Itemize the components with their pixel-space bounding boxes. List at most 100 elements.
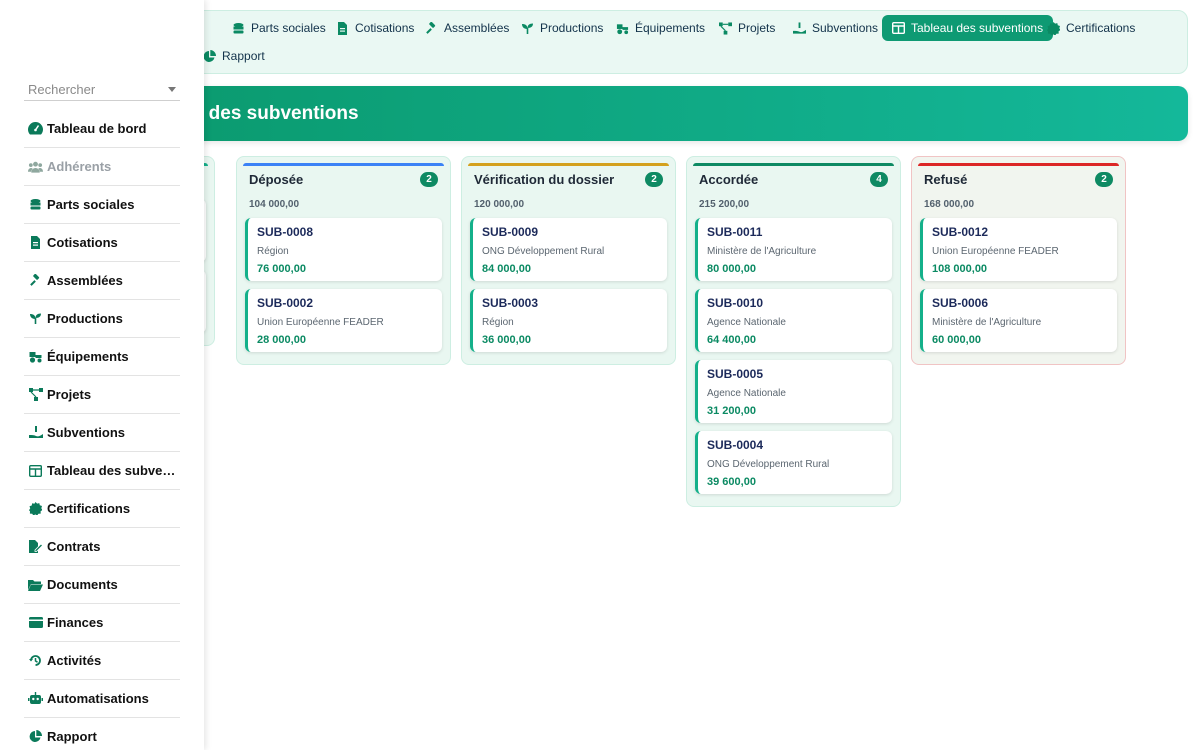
sidebar-item-label: Contrats bbox=[47, 539, 101, 554]
nav-item-label: Projets bbox=[738, 21, 776, 35]
kanban-column-deposee: Déposée 2 104 000,00 SUB-0008 Région 76 … bbox=[236, 156, 451, 365]
sidebar-item-projets[interactable]: Projets bbox=[24, 376, 180, 414]
hand-holding-icon bbox=[28, 425, 43, 440]
card-reference: SUB-0008 bbox=[257, 225, 314, 239]
sidebar-item-tableau-de-bord[interactable]: Tableau de bord bbox=[24, 110, 180, 148]
file-invoice-icon bbox=[336, 21, 349, 35]
coins-icon bbox=[232, 22, 245, 35]
sidebar-item-label: Cotisations bbox=[47, 235, 118, 250]
search-input[interactable] bbox=[24, 82, 154, 97]
subsidy-card[interactable]: SUB-0010 Agence Nationale 64 400,00 bbox=[695, 289, 892, 352]
kanban-column-refuse: Refusé 2 168 000,00 SUB-0012 Union Europ… bbox=[911, 156, 1126, 365]
file-invoice-icon bbox=[28, 235, 43, 250]
sidebar-item-cotisations[interactable]: Cotisations bbox=[24, 224, 180, 262]
sidebar-item-label: Adhérents bbox=[47, 159, 112, 174]
chart-pie-icon bbox=[28, 729, 43, 744]
subsidy-card[interactable]: SUB-0006 Ministère de l'Agriculture 60 0… bbox=[920, 289, 1117, 352]
sidebar-item-equipements[interactable]: Équipements bbox=[24, 338, 180, 376]
sidebar-item-contrats[interactable]: Contrats bbox=[24, 528, 180, 566]
column-count-badge: 2 bbox=[420, 172, 438, 187]
gavel-icon bbox=[28, 273, 43, 288]
nav-item-parts-sociales[interactable]: Parts sociales bbox=[222, 15, 336, 41]
column-header: Refusé 2 bbox=[920, 172, 1117, 187]
card-amount: 84 000,00 bbox=[482, 263, 531, 275]
coins-icon bbox=[28, 197, 43, 212]
subsidy-card[interactable]: SUB-0009 ONG Développement Rural 84 000,… bbox=[470, 218, 667, 281]
sidebar-item-label: Documents bbox=[47, 577, 118, 592]
sidebar-item-label: Activités bbox=[47, 653, 102, 668]
subsidy-card[interactable]: SUB-0002 Union Européenne FEADER 28 000,… bbox=[245, 289, 442, 352]
subsidy-card[interactable]: SUB-0003 Région 36 000,00 bbox=[470, 289, 667, 352]
card-reference: SUB-0006 bbox=[932, 296, 989, 310]
nav-item-cotisations[interactable]: Cotisations bbox=[326, 15, 424, 41]
nav-item-label: Rapport bbox=[222, 49, 265, 63]
sidebar-item-documents[interactable]: Documents bbox=[24, 566, 180, 604]
sidebar-item-activites[interactable]: Activités bbox=[24, 642, 180, 680]
card-amount: 76 000,00 bbox=[257, 263, 306, 275]
nav-item-label: Assemblées bbox=[444, 21, 510, 35]
sidebar-item-label: Certifications bbox=[47, 501, 131, 516]
sidebar-item-rapport[interactable]: Rapport bbox=[24, 718, 180, 750]
chevron-down-icon[interactable] bbox=[168, 87, 176, 92]
card-organisation: Ministère de l'Agriculture bbox=[932, 317, 1042, 328]
top-nav: s Parts sociales Cotisations Assemblées … bbox=[190, 10, 1188, 74]
sidebar-item-subventions[interactable]: Subventions bbox=[24, 414, 180, 452]
nav-item-equipements[interactable]: Équipements bbox=[606, 15, 715, 41]
sidebar-item-parts-sociales[interactable]: Parts sociales bbox=[24, 186, 180, 224]
subsidy-card[interactable]: SUB-0004 ONG Développement Rural 39 600,… bbox=[695, 431, 892, 494]
sidebar-item-label: Équipements bbox=[47, 349, 129, 364]
card-amount: 31 200,00 bbox=[707, 405, 756, 417]
subsidy-card[interactable]: SUB-0005 Agence Nationale 31 200,00 bbox=[695, 360, 892, 423]
sidebar-item-productions[interactable]: Productions bbox=[24, 300, 180, 338]
sidebar-item-finances[interactable]: Finances bbox=[24, 604, 180, 642]
sidebar-item-label: Rapport bbox=[47, 729, 97, 744]
tractor-icon bbox=[28, 349, 43, 364]
card-reference: SUB-0012 bbox=[932, 225, 989, 239]
sidebar-item-label: Projets bbox=[47, 387, 92, 402]
column-color-bar bbox=[918, 163, 1119, 166]
card-organisation: Agence Nationale bbox=[707, 317, 786, 328]
column-count-badge: 2 bbox=[645, 172, 663, 187]
card-organisation: Union Européenne FEADER bbox=[932, 246, 1059, 257]
nav-item-label: Productions bbox=[540, 21, 604, 35]
sidebar-item-label: Tableau de bord bbox=[47, 121, 147, 136]
column-color-bar bbox=[468, 163, 669, 166]
sidebar-item-adherents[interactable]: Adhérents bbox=[24, 148, 180, 186]
card-amount: 39 600,00 bbox=[707, 476, 756, 488]
sidebar-item-tableau-des-subventions[interactable]: Tableau des subventions bbox=[24, 452, 180, 490]
sidebar-item-automatisations[interactable]: Automatisations bbox=[24, 680, 180, 718]
card-amount: 64 400,00 bbox=[707, 334, 756, 346]
nav-item-label: Parts sociales bbox=[251, 21, 326, 35]
sidebar-item-assemblees[interactable]: Assemblées bbox=[24, 262, 180, 300]
certificate-icon bbox=[28, 501, 43, 516]
card-amount: 108 000,00 bbox=[932, 263, 988, 275]
users-icon bbox=[28, 159, 43, 174]
subsidy-card[interactable]: SUB-0011 Ministère de l'Agriculture 80 0… bbox=[695, 218, 892, 281]
column-color-bar bbox=[693, 163, 894, 166]
nav-item-certifications[interactable]: Certifications bbox=[1037, 15, 1145, 41]
sidebar-search bbox=[24, 79, 180, 101]
column-header: Accordée 4 bbox=[695, 172, 892, 187]
subsidy-card[interactable]: SUB-0008 Région 76 000,00 bbox=[245, 218, 442, 281]
card-organisation: Union Européenne FEADER bbox=[257, 317, 384, 328]
page-banner: Tableau des subventions bbox=[133, 86, 1188, 141]
sidebar-item-certifications[interactable]: Certifications bbox=[24, 490, 180, 528]
sidebar-item-label: Automatisations bbox=[47, 691, 149, 706]
column-color-bar bbox=[243, 163, 444, 166]
card-reference: SUB-0005 bbox=[707, 367, 764, 381]
nav-item-assemblees[interactable]: Assemblées bbox=[415, 15, 519, 41]
nav-item-label: Subventions bbox=[812, 21, 879, 35]
card-reference: SUB-0010 bbox=[707, 296, 764, 310]
column-title: Refusé bbox=[924, 172, 968, 187]
nav-item-projets[interactable]: Projets bbox=[709, 15, 785, 41]
card-organisation: ONG Développement Rural bbox=[707, 459, 830, 470]
nav-item-subventions[interactable]: Subventions bbox=[783, 15, 888, 41]
column-total: 168 000,00 bbox=[924, 199, 975, 210]
card-reference: SUB-0004 bbox=[707, 438, 764, 452]
subsidy-card[interactable]: SUB-0012 Union Européenne FEADER 108 000… bbox=[920, 218, 1117, 281]
nav-item-productions[interactable]: Productions bbox=[511, 15, 613, 41]
nav-item-rapport[interactable]: Rapport bbox=[193, 43, 275, 69]
history-icon bbox=[28, 653, 43, 668]
nav-item-tableau-des-subventions[interactable]: Tableau des subventions bbox=[882, 15, 1054, 41]
card-organisation: Agence Nationale bbox=[707, 388, 786, 399]
